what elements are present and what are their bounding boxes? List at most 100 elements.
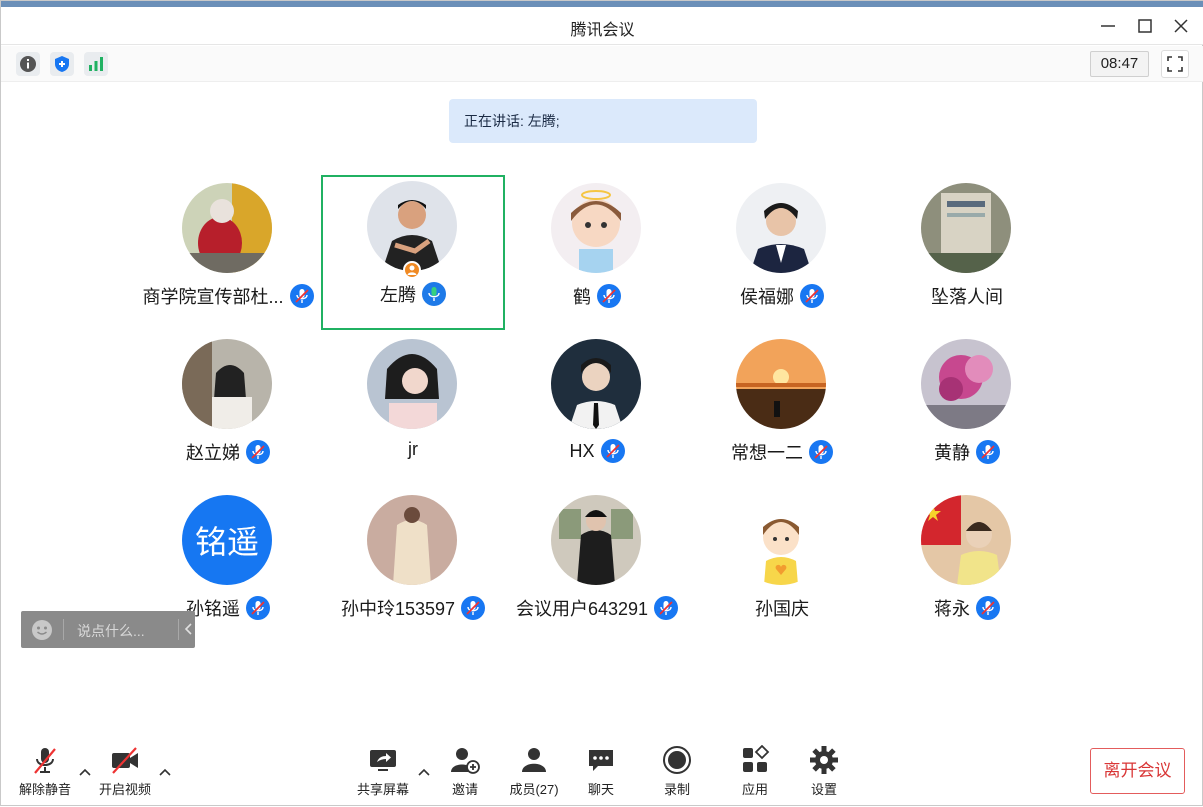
- participant-avatar: [736, 495, 826, 585]
- meeting-window: 腾讯会议 08:47 正在讲话: 左腾; 商学院宣传部杜... 左腾 鹤 侯福娜…: [0, 0, 1203, 806]
- participant-name: 黄静: [934, 443, 970, 463]
- settings-button[interactable]: 设置: [804, 745, 844, 798]
- quick-chat-box[interactable]: 说点什么...: [21, 611, 195, 648]
- chat-icon: [589, 750, 613, 771]
- participant-name-line: 孙中玲153597: [321, 595, 505, 621]
- record-label: 录制: [663, 782, 690, 797]
- participant-avatar: [551, 339, 641, 429]
- participant-avatar: [921, 183, 1011, 273]
- record-button[interactable]: 录制: [657, 745, 697, 798]
- start-video-button[interactable]: 开启视频: [97, 745, 153, 798]
- participant-name: 孙中玲153597: [340, 599, 456, 619]
- apps-icon: [743, 745, 770, 772]
- emoji-icon[interactable]: [31, 619, 53, 646]
- video-options-chevron-up-icon[interactable]: [158, 765, 172, 779]
- window-title: 腾讯会议: [570, 22, 635, 39]
- mic-muted-icon: [654, 596, 679, 620]
- invite-label: 邀请: [451, 782, 478, 797]
- mic-off-icon: [34, 748, 56, 774]
- unmute-label: 解除静音: [18, 782, 71, 797]
- participant-tile-active[interactable]: 左腾: [321, 175, 505, 330]
- participant-name-line: 左腾: [323, 281, 503, 307]
- participant-tile[interactable]: jr: [321, 333, 505, 488]
- chat-button[interactable]: 聊天: [581, 745, 621, 798]
- title-bar: 腾讯会议: [1, 7, 1203, 45]
- participant-name: 会议用户643291: [515, 599, 649, 619]
- participant-name-line: 侯福娜: [690, 283, 874, 309]
- participant-tile[interactable]: 会议用户643291: [505, 489, 689, 644]
- signal-icon[interactable]: [84, 52, 108, 76]
- meeting-clock: 08:47: [1090, 51, 1149, 77]
- participant-tile[interactable]: 黄静: [875, 333, 1059, 488]
- participant-text-avatar: 铭遥: [182, 495, 272, 585]
- participant-tile[interactable]: 坠落人间: [875, 177, 1059, 332]
- maximize-button[interactable]: [1131, 13, 1159, 39]
- participant-avatar: [551, 183, 641, 273]
- participant-name: 赵立娣: [186, 443, 240, 463]
- participant-name-line: 赵立娣: [136, 439, 320, 465]
- participant-tile[interactable]: 蒋永: [875, 489, 1059, 644]
- apps-button[interactable]: 应用: [735, 745, 775, 798]
- participant-avatar: [736, 339, 826, 429]
- start-video-label: 开启视频: [98, 782, 151, 797]
- shield-icon[interactable]: [50, 52, 74, 76]
- participant-avatar: [367, 495, 457, 585]
- participant-name: 坠落人间: [931, 287, 1003, 307]
- participant-name-line: 黄静: [875, 439, 1059, 465]
- participant-name: 鹤: [573, 287, 591, 307]
- participant-tile[interactable]: 孙中玲153597: [321, 489, 505, 644]
- share-screen-label: 共享屏幕: [356, 782, 409, 797]
- settings-label: 设置: [810, 782, 837, 797]
- mic-muted-icon: [246, 440, 270, 464]
- participant-name-line: 孙国庆: [690, 595, 874, 621]
- bottom-toolbar: 解除静音 开启视频 共享屏幕 邀请 成员(27) 聊天 录制 应用 设置 离开会…: [1, 741, 1203, 807]
- participant-avatar: [182, 339, 272, 429]
- speaking-banner: 正在讲话: 左腾;: [449, 99, 757, 143]
- minimize-button[interactable]: [1094, 13, 1122, 39]
- divider: [178, 619, 179, 640]
- mic-muted-icon: [461, 596, 486, 620]
- mic-muted-icon: [976, 440, 1000, 464]
- participant-name: 蒋永: [934, 599, 970, 619]
- share-options-chevron-up-icon[interactable]: [417, 765, 431, 779]
- avatar-text: 铭遥: [194, 524, 259, 560]
- share-screen-button[interactable]: 共享屏幕: [355, 745, 411, 798]
- record-icon: [663, 746, 691, 774]
- chevron-left-icon[interactable]: [183, 622, 195, 641]
- participant-tile[interactable]: 鹤: [505, 177, 689, 332]
- add-user-icon: [451, 748, 480, 774]
- mic-muted-icon: [597, 284, 621, 308]
- participant-tile[interactable]: 商学院宣传部杜...: [136, 177, 320, 332]
- host-icon: [403, 261, 421, 279]
- participant-tile[interactable]: HX: [505, 333, 689, 488]
- members-icon: [522, 748, 546, 772]
- mic-muted-icon: [976, 596, 1000, 620]
- mic-muted-icon: [246, 596, 270, 620]
- participant-name-line: HX: [505, 439, 689, 463]
- share-screen-icon: [370, 750, 396, 771]
- participant-name-line: jr: [321, 439, 505, 460]
- chat-label: 聊天: [587, 782, 614, 797]
- divider: [63, 619, 64, 640]
- participant-tile[interactable]: 常想一二: [690, 333, 874, 488]
- unmute-button[interactable]: 解除静音: [17, 745, 73, 798]
- participant-name: 左腾: [380, 285, 416, 305]
- participant-name-line: 会议用户643291: [505, 595, 689, 621]
- info-icon[interactable]: [16, 52, 40, 76]
- gear-icon: [810, 746, 838, 774]
- leave-meeting-button[interactable]: 离开会议: [1090, 748, 1185, 794]
- mic-muted-icon: [800, 284, 824, 308]
- mic-muted-icon: [600, 439, 625, 463]
- participant-avatar: [921, 339, 1011, 429]
- members-button[interactable]: 成员(27): [504, 745, 564, 798]
- participant-tile[interactable]: 侯福娜: [690, 177, 874, 332]
- close-button[interactable]: [1167, 13, 1195, 39]
- fullscreen-button[interactable]: [1161, 50, 1189, 78]
- invite-button[interactable]: 邀请: [443, 745, 487, 798]
- participant-avatar: [921, 495, 1011, 585]
- participant-tile[interactable]: 赵立娣: [136, 333, 320, 488]
- audio-options-chevron-up-icon[interactable]: [78, 765, 92, 779]
- participant-name-line: 商学院宣传部杜...: [136, 283, 320, 309]
- participant-tile[interactable]: 孙国庆: [690, 489, 874, 644]
- participant-name: 商学院宣传部杜...: [142, 287, 284, 307]
